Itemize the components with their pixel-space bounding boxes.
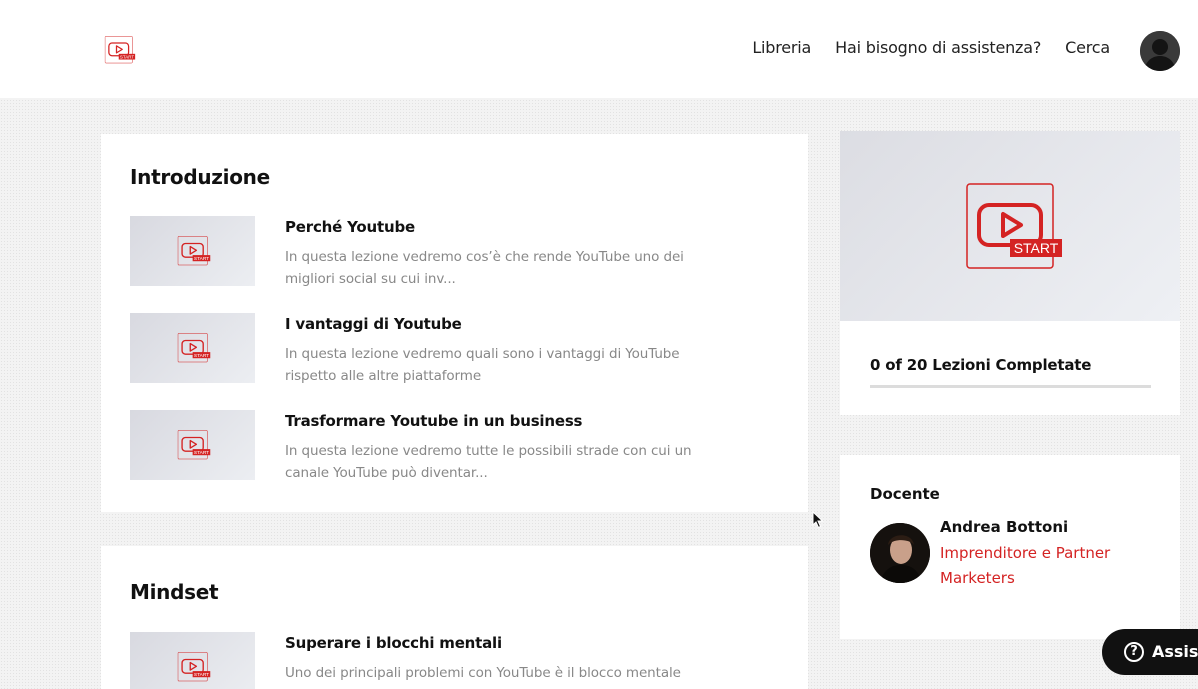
question-icon: ? [1124, 642, 1144, 662]
main-nav: Libreria Hai bisogno di assistenza? Cerc… [752, 38, 1110, 57]
mouse-cursor-icon [812, 511, 824, 529]
section-introduzione: Introduzione START Perché Youtube In que… [101, 134, 808, 512]
progress-bar [870, 385, 1151, 388]
svg-text:START: START [194, 672, 209, 678]
teacher-card: Docente Andrea Bottoni Imprenditore e Pa… [840, 455, 1180, 639]
lesson-thumbnail: START [130, 410, 255, 480]
start-logo[interactable]: START [104, 36, 136, 64]
lesson-thumbnail: START [130, 216, 255, 286]
lesson-description: Uno dei principali problemi con YouTube … [285, 665, 681, 681]
lesson-description: In questa lezione vedremo quali sono i v… [285, 346, 680, 384]
teacher-role: Imprenditore e Partner Marketers [940, 544, 1111, 587]
lesson-item[interactable]: START Perché Youtube In questa lezione v… [130, 216, 770, 288]
svg-text:START: START [194, 256, 209, 262]
start-logo-icon: START [177, 333, 211, 363]
nav-assistenza[interactable]: Hai bisogno di assistenza? [835, 38, 1041, 57]
start-logo-icon: START [177, 236, 211, 266]
lesson-item[interactable]: START Superare i blocchi mentali Uno dei… [130, 632, 770, 689]
lesson-title: Perché Youtube [285, 218, 415, 236]
course-banner: START [840, 131, 1180, 321]
lesson-item[interactable]: START Trasformare Youtube in un business… [130, 410, 770, 482]
svg-text:START: START [194, 353, 209, 359]
logo-badge-text: START [120, 54, 134, 59]
lesson-title: Trasformare Youtube in un business [285, 412, 583, 430]
svg-text:START: START [1014, 240, 1059, 256]
progress-label: 0 of 20 Lezioni Completate [870, 356, 1092, 374]
lesson-title: I vantaggi di Youtube [285, 315, 462, 333]
teacher-portrait-icon [870, 523, 930, 583]
course-progress-card: START 0 of 20 Lezioni Completate [840, 131, 1180, 415]
lesson-thumbnail: START [130, 632, 255, 689]
top-header: START Libreria Hai bisogno di assistenza… [0, 0, 1198, 98]
teacher-name[interactable]: Andrea Bottoni [940, 518, 1068, 536]
lesson-thumbnail: START [130, 313, 255, 383]
user-silhouette-icon [1140, 31, 1180, 71]
help-button-label: Assistenza [1152, 642, 1198, 661]
lesson-description: In questa lezione vedremo tutte le possi… [285, 443, 692, 481]
nav-libreria[interactable]: Libreria [752, 38, 811, 57]
start-logo-icon: START [177, 652, 211, 682]
teacher-avatar [870, 523, 930, 583]
svg-text:START: START [194, 450, 209, 456]
start-logo-icon: START [177, 430, 211, 460]
teacher-heading: Docente [870, 485, 940, 503]
lesson-title: Superare i blocchi mentali [285, 634, 502, 652]
section-mindset: Mindset START Superare i blocchi mentali… [101, 546, 808, 689]
user-avatar[interactable] [1140, 31, 1180, 71]
start-logo-icon: START [966, 183, 1062, 271]
lesson-item[interactable]: START I vantaggi di Youtube In questa le… [130, 313, 770, 385]
lesson-description: In questa lezione vedremo cos’è che rend… [285, 249, 684, 287]
nav-cerca[interactable]: Cerca [1065, 38, 1110, 57]
section-title: Mindset [130, 580, 219, 604]
help-button[interactable]: ? Assistenza [1102, 629, 1198, 675]
section-title: Introduzione [130, 165, 270, 189]
